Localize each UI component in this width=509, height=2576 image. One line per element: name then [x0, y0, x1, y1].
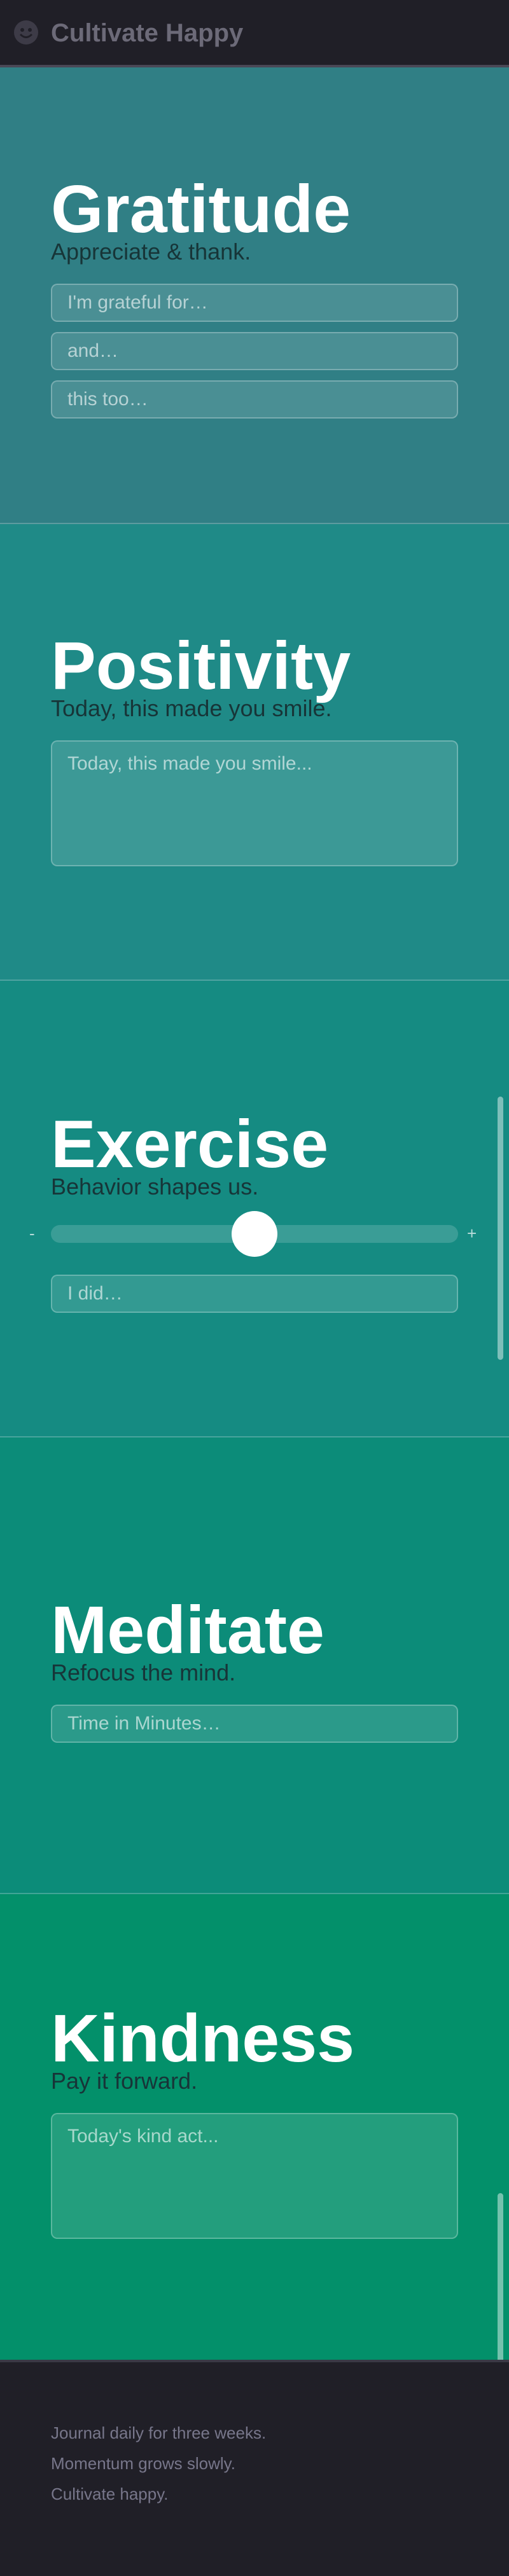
- kindness-title: Kindness: [51, 2001, 355, 2076]
- positivity-title: Positivity: [51, 628, 351, 703]
- footer: Journal daily for three weeks. Momentum …: [0, 2360, 509, 2576]
- brand-title[interactable]: Cultivate Happy: [51, 19, 243, 48]
- gratitude-subtitle: Appreciate & thank.: [51, 239, 251, 265]
- gratitude-input-1-placeholder: I'm grateful for…: [67, 292, 208, 313]
- section-exercise: [0, 981, 509, 1437]
- meditate-input-placeholder: Time in Minutes…: [67, 1713, 221, 1734]
- footer-line: Momentum grows slowly.: [51, 2454, 235, 2473]
- kindness-textarea-placeholder: Today's kind act...: [67, 2126, 219, 2147]
- positivity-textarea-placeholder: Today, this made you smile...: [67, 753, 312, 774]
- meditate-minutes-input[interactable]: Time in Minutes…: [51, 1705, 458, 1743]
- gratitude-input-3-placeholder: this too…: [67, 389, 148, 410]
- app-header: Cultivate Happy: [0, 0, 509, 67]
- exercise-input[interactable]: I did…: [51, 1275, 458, 1313]
- gratitude-input-2-placeholder: and…: [67, 340, 119, 361]
- footer-line: Cultivate happy.: [51, 2484, 169, 2503]
- meditate-subtitle: Refocus the mind.: [51, 1659, 236, 1686]
- positivity-textarea[interactable]: Today, this made you smile...: [51, 740, 458, 866]
- kindness-subtitle: Pay it forward.: [51, 2068, 198, 2094]
- exercise-input-placeholder: I did…: [67, 1283, 123, 1304]
- slider-max-label: +: [467, 1224, 477, 1243]
- footer-line: Journal daily for three weeks.: [51, 2423, 267, 2442]
- gratitude-input-3[interactable]: this too…: [51, 380, 458, 419]
- meditate-title: Meditate: [51, 1593, 324, 1668]
- positivity-subtitle: Today, this made you smile.: [51, 695, 332, 721]
- scrollbar-thumb[interactable]: [498, 1097, 503, 1360]
- gratitude-input-2[interactable]: and…: [51, 332, 458, 370]
- exercise-title: Exercise: [51, 1107, 329, 1182]
- exercise-subtitle: Behavior shapes us.: [51, 1174, 259, 1200]
- gratitude-title: Gratitude: [51, 172, 351, 247]
- gratitude-input-1[interactable]: I'm grateful for…: [51, 284, 458, 322]
- exercise-slider-thumb[interactable]: [232, 1211, 277, 1257]
- slider-min-label: -: [29, 1224, 35, 1243]
- kindness-textarea[interactable]: Today's kind act...: [51, 2113, 458, 2239]
- smiley-icon: [14, 20, 38, 45]
